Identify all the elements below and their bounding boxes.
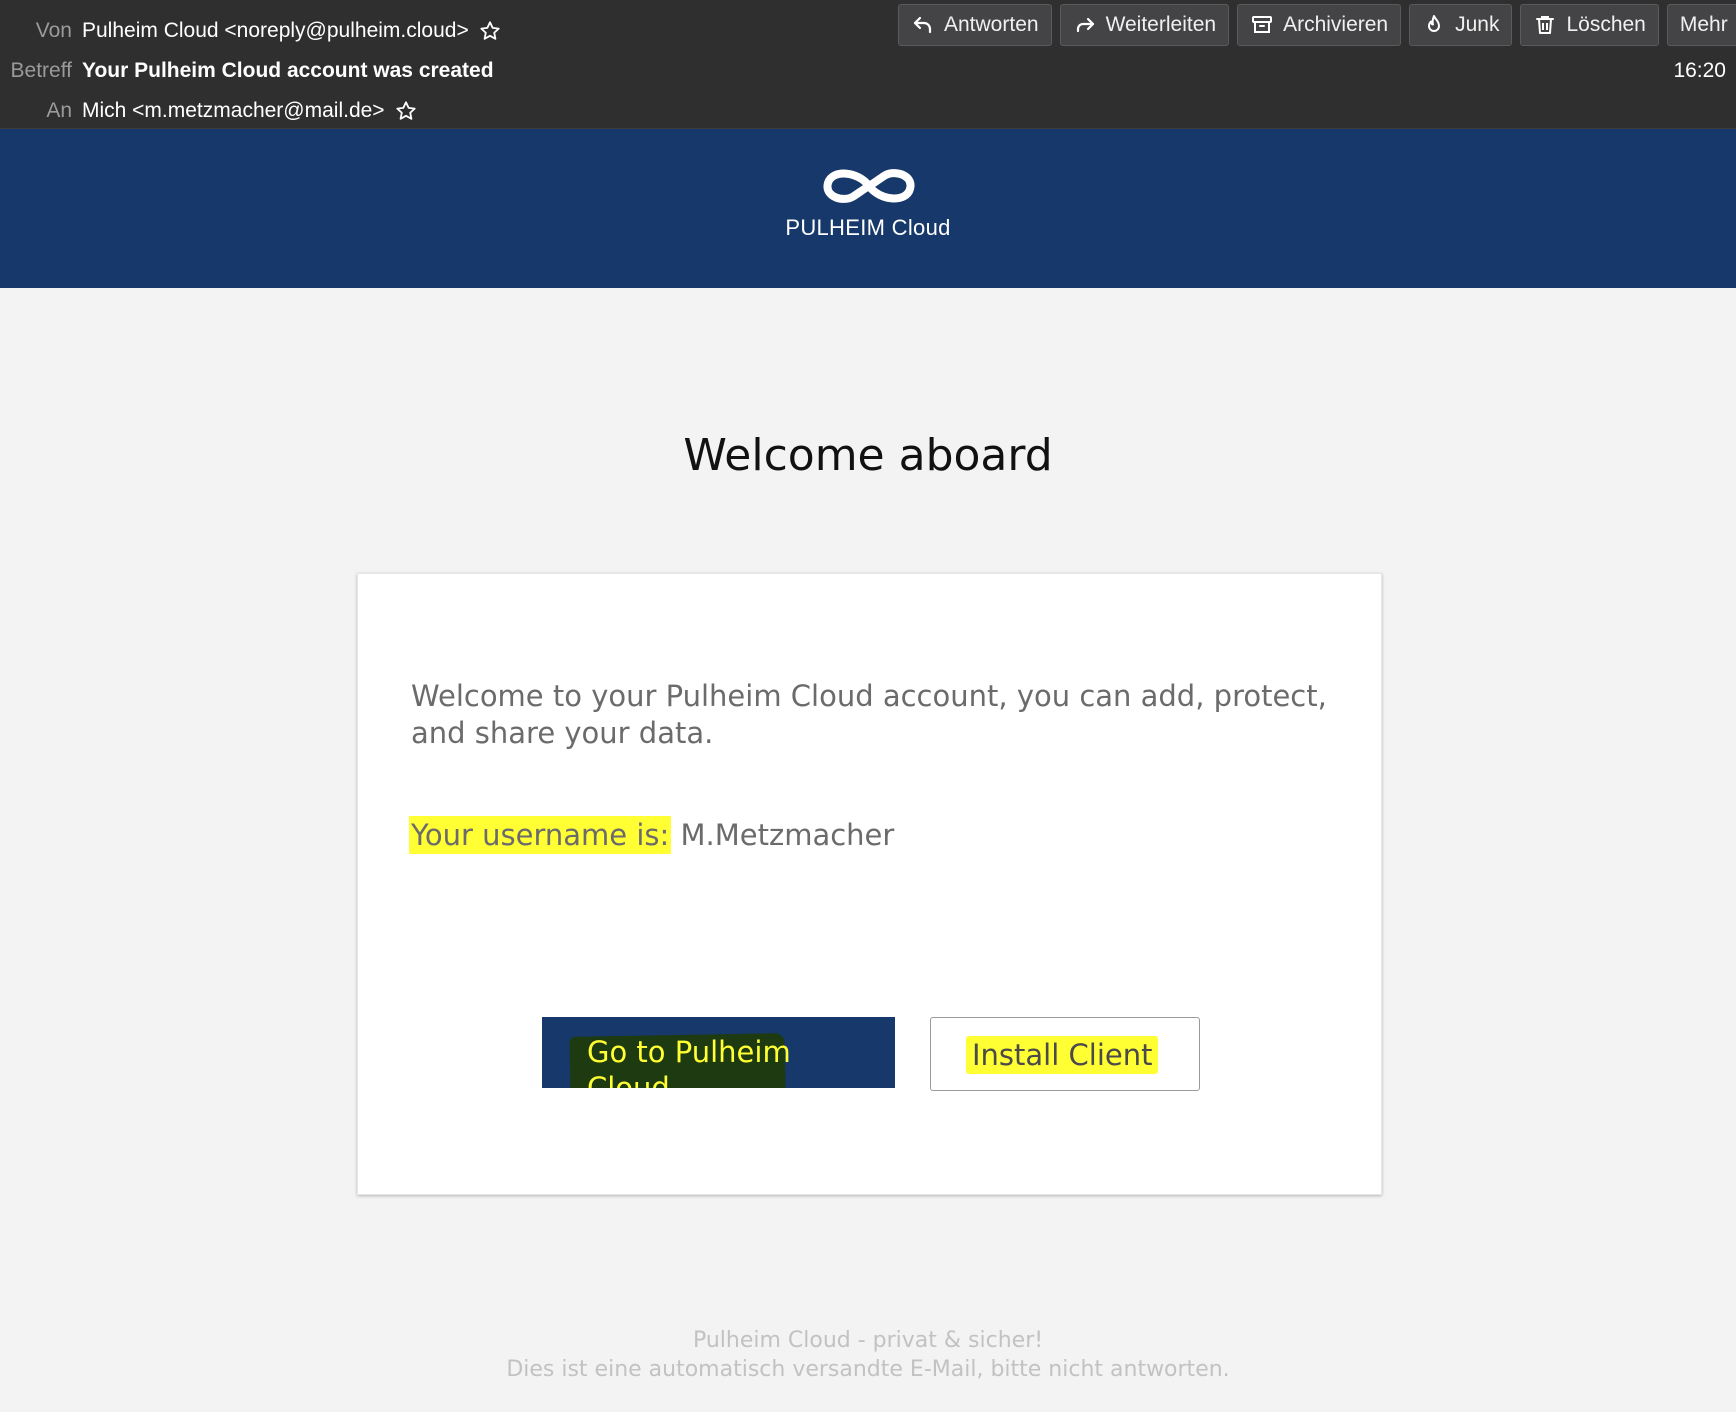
reply-button[interactable]: Antworten <box>898 4 1052 46</box>
message-toolbar: Antworten Weiterleiten Archivieren Junk … <box>898 4 1736 46</box>
message-card: Welcome to your Pulheim Cloud account, y… <box>357 573 1382 1195</box>
forward-label: Weiterleiten <box>1105 13 1217 36</box>
intro-text: Welcome to your Pulheim Cloud account, y… <box>411 679 1327 750</box>
archive-label: Archivieren <box>1283 13 1389 36</box>
footer: Pulheim Cloud - privat & sicher! Dies is… <box>0 1326 1736 1384</box>
delete-button[interactable]: Löschen <box>1520 4 1659 46</box>
from-row: Von Pulheim Cloud <noreply@pulheim.cloud… <box>0 14 503 48</box>
forward-button[interactable]: Weiterleiten <box>1059 4 1230 46</box>
footer-tagline: Pulheim Cloud - privat & sicher! <box>692 1328 1044 1353</box>
install-client-label: Install Client <box>966 1036 1159 1074</box>
subject-text: Your Pulheim Cloud account was created <box>82 59 494 82</box>
username-label: Your username is: <box>409 816 672 854</box>
forward-icon <box>1076 17 1094 33</box>
install-client-button[interactable]: Install Client <box>930 1017 1200 1091</box>
star-icon[interactable] <box>393 98 419 124</box>
junk-button[interactable]: Junk <box>1409 4 1513 46</box>
from-address[interactable]: Pulheim Cloud <noreply@pulheim.cloud> <box>82 19 469 43</box>
username-line: Your username is: M.Metzmacher <box>409 816 895 854</box>
reply-icon <box>913 16 932 34</box>
go-to-cloud-button[interactable]: Go to Pulheim Cloud <box>542 1017 895 1088</box>
footer-notice: Dies ist eine automatisch versandte E-Ma… <box>506 1357 1230 1382</box>
more-button[interactable]: Mehr <box>1666 4 1736 46</box>
archive-button[interactable]: Archivieren <box>1237 4 1402 46</box>
reply-label: Antworten <box>944 13 1039 36</box>
brand-name: PULHEIM Cloud <box>785 215 951 240</box>
junk-label: Junk <box>1455 13 1500 36</box>
flame-icon <box>1428 15 1441 32</box>
infinity-logo-icon <box>823 169 915 203</box>
to-row: An Mich <m.metzmacher@mail.de> <box>0 94 419 128</box>
trash-icon <box>1536 16 1555 34</box>
more-label: Mehr <box>1679 13 1728 36</box>
subject-row: Betreff Your Pulheim Cloud account was c… <box>0 54 494 88</box>
go-to-cloud-label: Go to Pulheim Cloud <box>587 1035 791 1088</box>
to-label: An <box>46 99 72 122</box>
from-label: Von <box>35 19 72 42</box>
page-title: Welcome aboard <box>683 430 1053 481</box>
star-icon[interactable] <box>477 18 503 44</box>
mail-header: Von Pulheim Cloud <noreply@pulheim.cloud… <box>0 0 1736 129</box>
subject-label: Betreff <box>10 59 72 82</box>
username-value: M.Metzmacher <box>680 818 895 852</box>
brand-banner: PULHEIM Cloud <box>0 129 1736 288</box>
to-address[interactable]: Mich <m.metzmacher@mail.de> <box>82 99 385 123</box>
archive-icon <box>1252 16 1273 33</box>
message-time: 16:20 <box>1673 59 1726 82</box>
delete-label: Löschen <box>1566 13 1646 36</box>
